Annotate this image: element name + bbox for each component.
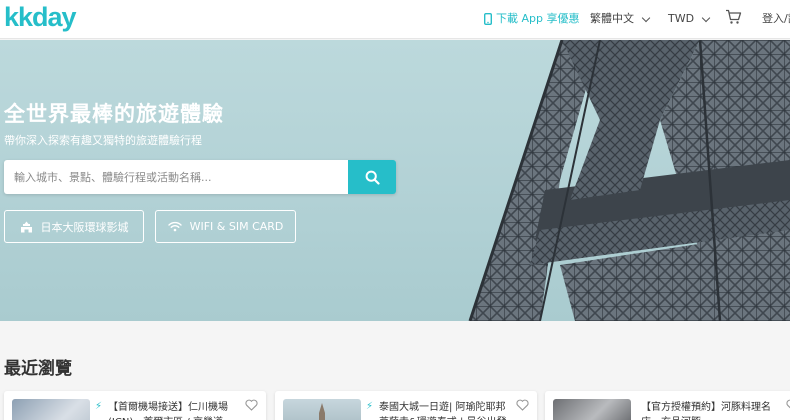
language-label: 繁體中文 xyxy=(590,12,634,25)
search-input[interactable] xyxy=(4,160,348,194)
instant-confirm-icon: ⚡ xyxy=(95,401,103,412)
recent-product-card[interactable]: ⚡ 泰國大城一日遊| 阿瑜陀耶邦菩薩寺&環遊泰式 | 曼谷出發 xyxy=(275,391,537,420)
recent-product-card[interactable]: 【官方授權預約】河豚料理名店・玄品河豚 xyxy=(545,391,790,420)
app-download-label: 下載 App 享優惠 xyxy=(496,12,580,25)
hero-title: 全世界最棒的旅遊體驗 xyxy=(4,102,224,126)
product-title: 【首爾機場接送】仁川機場(ICN)、首爾市區 / 京畿道 xyxy=(108,402,228,420)
app-download-link[interactable]: 下載 App 享優惠 xyxy=(484,11,579,27)
temple-image xyxy=(319,403,325,420)
product-thumbnail xyxy=(12,399,90,420)
search-bar xyxy=(4,160,396,194)
cart-icon xyxy=(726,9,742,24)
chevron-down-icon xyxy=(641,13,651,22)
hero-subtitle: 帶你深入探索有趣又獨特的旅遊體驗行程 xyxy=(4,134,202,147)
product-title: 【官方授權預約】河豚料理名店・玄品河豚 xyxy=(641,402,771,420)
search-icon xyxy=(365,170,380,185)
currency-selector[interactable]: TWD xyxy=(668,11,711,27)
quick-link-label: 日本大阪環球影城 xyxy=(40,220,129,234)
search-button[interactable] xyxy=(348,160,396,194)
recent-product-card[interactable]: ⚡ 【首爾機場接送】仁川機場(ICN)、首爾市區 / 京畿道 xyxy=(4,391,266,420)
instant-confirm-icon: ⚡ xyxy=(366,401,374,412)
quick-link-wifi-sim[interactable]: WIFI & SIM CARD xyxy=(155,210,296,243)
recently-viewed-heading: 最近瀏覽 xyxy=(4,359,72,379)
quick-link-label: WIFI & SIM CARD xyxy=(189,220,284,233)
heart-icon[interactable] xyxy=(245,399,258,411)
product-thumbnail xyxy=(553,399,631,420)
attraction-icon xyxy=(20,221,32,232)
wifi-icon xyxy=(167,221,182,232)
quick-link-universal-studios[interactable]: 日本大阪環球影城 xyxy=(4,210,144,243)
top-header: kkday 下載 App 享優惠 繁體中文 TWD 登入/註 xyxy=(0,0,790,39)
heart-icon[interactable] xyxy=(516,399,529,411)
hero-banner: 全世界最棒的旅遊體驗 帶你深入探索有趣又獨特的旅遊體驗行程 日本大阪環球影城 W… xyxy=(0,40,790,321)
login-label: 登入/註 xyxy=(762,12,790,25)
cart-button[interactable] xyxy=(725,9,742,25)
currency-label: TWD xyxy=(668,12,695,25)
product-thumbnail xyxy=(283,399,361,420)
language-selector[interactable]: 繁體中文 xyxy=(590,11,651,27)
kkday-logo[interactable]: kkday xyxy=(4,2,77,32)
mobile-phone-icon xyxy=(484,13,492,25)
heart-icon[interactable] xyxy=(786,399,790,411)
login-link[interactable]: 登入/註 xyxy=(762,11,790,27)
product-title: 泰國大城一日遊| 阿瑜陀耶邦菩薩寺&環遊泰式 | 曼谷出發 xyxy=(379,402,507,420)
chevron-down-icon xyxy=(701,13,711,22)
